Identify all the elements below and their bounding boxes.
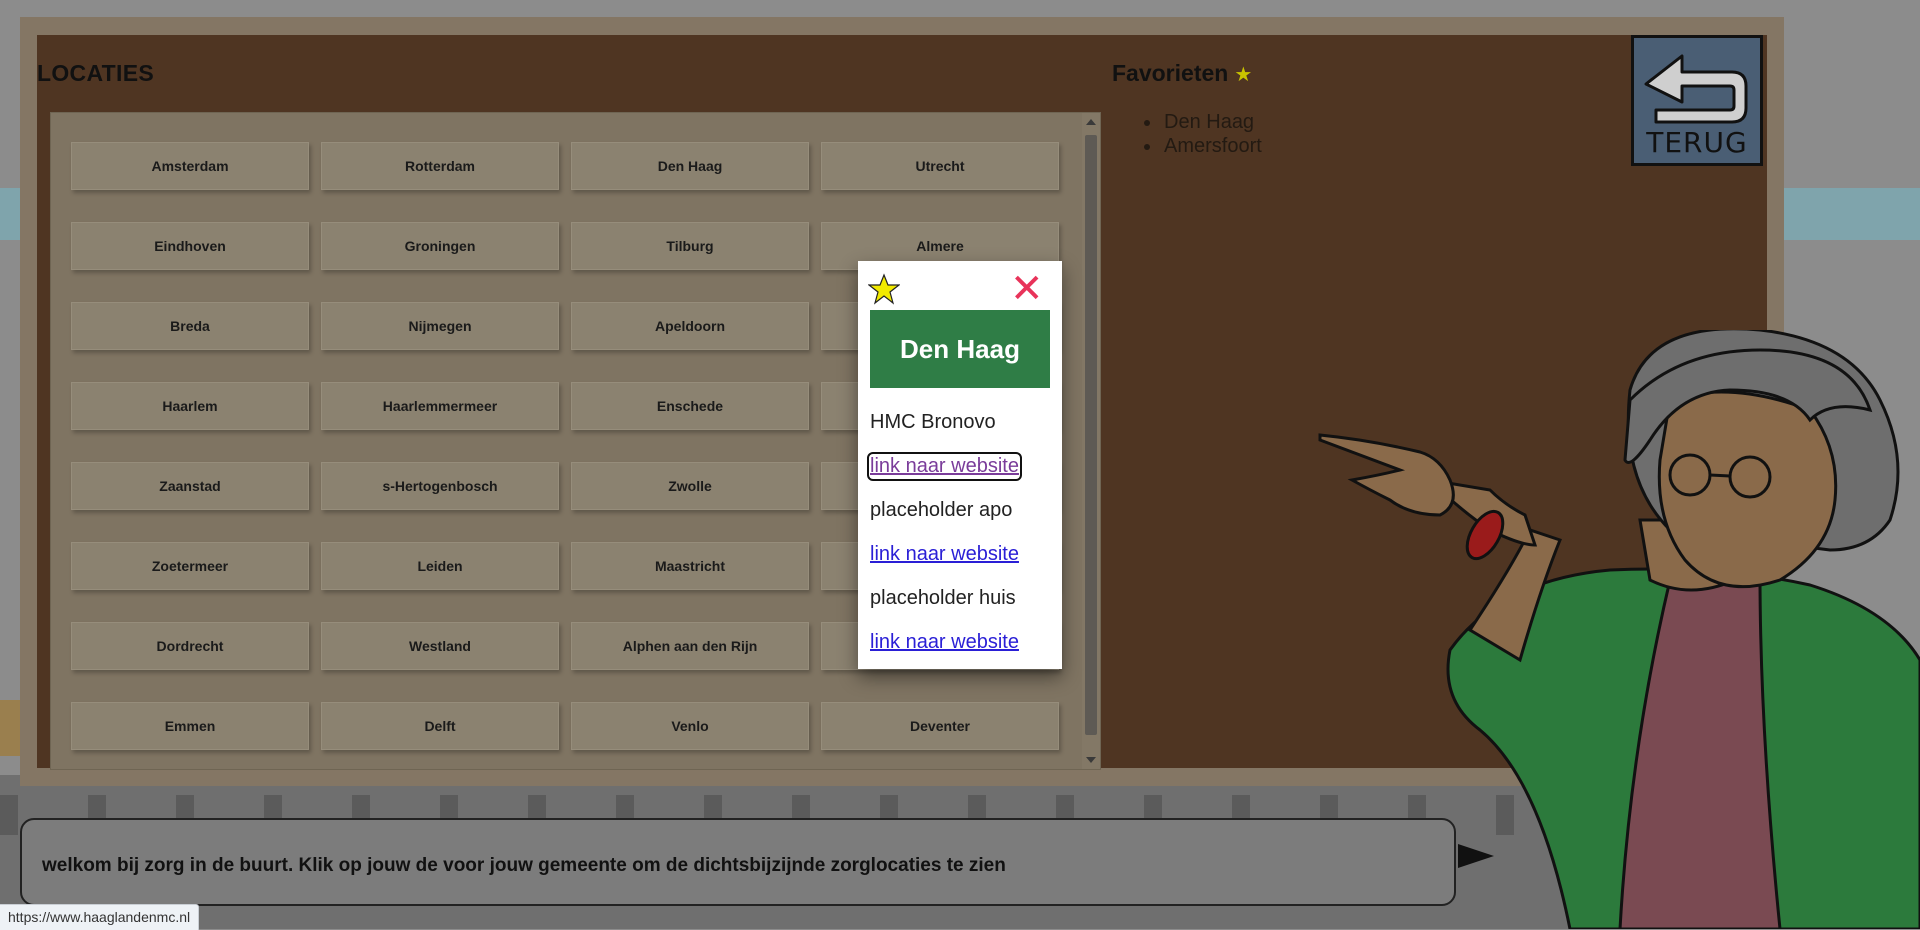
star-icon: ★ bbox=[1234, 64, 1253, 86]
status-bar-url: https://www.haaglandenmc.nl bbox=[0, 904, 200, 930]
city-button[interactable]: Den Haag bbox=[571, 142, 809, 190]
website-link[interactable]: link naar website bbox=[870, 543, 1019, 566]
city-button[interactable]: Enschede bbox=[571, 382, 809, 430]
city-button[interactable]: Groningen bbox=[321, 222, 559, 270]
city-button[interactable]: Venlo bbox=[571, 702, 809, 750]
favorite-item[interactable]: Amersfoort bbox=[1162, 134, 1262, 158]
city-button[interactable]: Zwolle bbox=[571, 462, 809, 510]
location-name: HMC Bronovo bbox=[870, 411, 996, 433]
speech-bubble: welkom bij zorg in de buurt. Klik op jou… bbox=[20, 818, 1456, 906]
favorieten-label: Favorieten bbox=[1112, 60, 1229, 86]
city-button[interactable]: Delft bbox=[321, 702, 559, 750]
favorites-list: Den Haag Amersfoort bbox=[1140, 110, 1262, 158]
favorieten-title: Favorieten ★ bbox=[1112, 60, 1252, 87]
scroll-up-icon[interactable] bbox=[1086, 119, 1096, 125]
location-name: placeholder apo bbox=[870, 499, 1013, 521]
city-button[interactable]: Zoetermeer bbox=[71, 542, 309, 590]
website-link[interactable]: link naar website bbox=[870, 631, 1019, 654]
city-button[interactable]: Deventer bbox=[821, 702, 1059, 750]
favorite-item[interactable]: Den Haag bbox=[1162, 110, 1262, 134]
city-button[interactable]: Maastricht bbox=[571, 542, 809, 590]
city-button[interactable]: Haarlemmermeer bbox=[321, 382, 559, 430]
city-button[interactable]: Eindhoven bbox=[71, 222, 309, 270]
locaties-title: LOCATIES bbox=[37, 60, 154, 86]
city-button[interactable]: Zaanstad bbox=[71, 462, 309, 510]
next-arrow-icon[interactable] bbox=[1458, 844, 1494, 868]
popup-city-title: Den Haag bbox=[870, 310, 1050, 388]
scrollbar[interactable] bbox=[1082, 113, 1100, 769]
website-link[interactable]: link naar website bbox=[867, 452, 1022, 481]
terug-label: TERUG bbox=[1646, 126, 1748, 159]
city-button[interactable]: Leiden bbox=[321, 542, 559, 590]
city-button[interactable]: Rotterdam bbox=[321, 142, 559, 190]
city-button[interactable]: Westland bbox=[321, 622, 559, 670]
city-button[interactable]: Utrecht bbox=[821, 142, 1059, 190]
city-button[interactable]: Apeldoorn bbox=[571, 302, 809, 350]
scroll-thumb[interactable] bbox=[1085, 135, 1097, 735]
location-popup: ✕ Den Haag HMC Bronovo link naar website… bbox=[858, 261, 1062, 669]
city-button[interactable]: Amsterdam bbox=[71, 142, 309, 190]
scroll-down-icon[interactable] bbox=[1086, 757, 1096, 763]
city-button[interactable]: Nijmegen bbox=[321, 302, 559, 350]
close-icon[interactable]: ✕ bbox=[1010, 269, 1044, 309]
city-button[interactable]: Tilburg bbox=[571, 222, 809, 270]
favorite-star-icon[interactable] bbox=[868, 273, 900, 305]
city-button[interactable]: Alphen aan den Rijn bbox=[571, 622, 809, 670]
city-button[interactable]: Emmen bbox=[71, 702, 309, 750]
terug-button[interactable]: TERUG bbox=[1631, 35, 1763, 166]
city-button[interactable]: Haarlem bbox=[71, 382, 309, 430]
speech-text: welkom bij zorg in de buurt. Klik op jou… bbox=[42, 855, 1006, 876]
location-name: placeholder huis bbox=[870, 587, 1016, 609]
city-button[interactable]: Dordrecht bbox=[71, 622, 309, 670]
back-arrow-icon bbox=[1644, 54, 1748, 124]
city-button[interactable]: s-Hertogenbosch bbox=[321, 462, 559, 510]
city-button[interactable]: Breda bbox=[71, 302, 309, 350]
